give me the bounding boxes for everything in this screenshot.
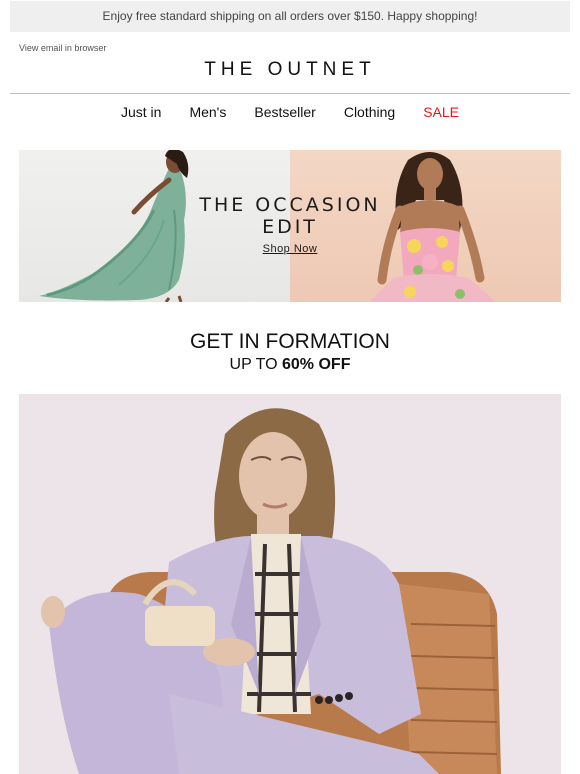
promo-discount: 60% OFF — [282, 356, 351, 373]
hero-title: THE OCCASION EDIT — [19, 194, 561, 238]
shipping-banner: Enjoy free standard shipping on all orde… — [10, 1, 570, 32]
nav-item-clothing[interactable]: Clothing — [344, 104, 395, 122]
promo-title: GET IN FORMATION — [190, 330, 390, 353]
model-photo-illustration — [41, 408, 501, 774]
hero-title-line2: EDIT — [262, 216, 318, 238]
promo-subtitle-prefix: UP TO — [229, 356, 282, 373]
shop-now-link[interactable]: Shop Now — [19, 243, 561, 255]
lavender-suit-model-image[interactable] — [19, 394, 561, 774]
header-divider — [10, 93, 570, 94]
nav-item-sale[interactable]: SALE — [423, 104, 459, 122]
promo-subtitle: UP TO 60% OFF — [0, 356, 580, 374]
nav-item-bestseller[interactable]: Bestseller — [254, 104, 315, 122]
main-nav: Just in Men's Bestseller Clothing SALE — [0, 104, 580, 122]
nav-item-just-in[interactable]: Just in — [121, 104, 161, 122]
occasion-edit-hero[interactable]: THE OCCASION EDIT Shop Now — [19, 150, 561, 302]
view-in-browser-link[interactable]: View email in browser — [19, 43, 106, 53]
nav-item-mens[interactable]: Men's — [189, 104, 226, 122]
hero-title-line1: THE OCCASION — [199, 194, 381, 216]
brand-logo[interactable]: THE OUTNET — [0, 59, 580, 81]
shipping-banner-text: Enjoy free standard shipping on all orde… — [102, 9, 478, 23]
